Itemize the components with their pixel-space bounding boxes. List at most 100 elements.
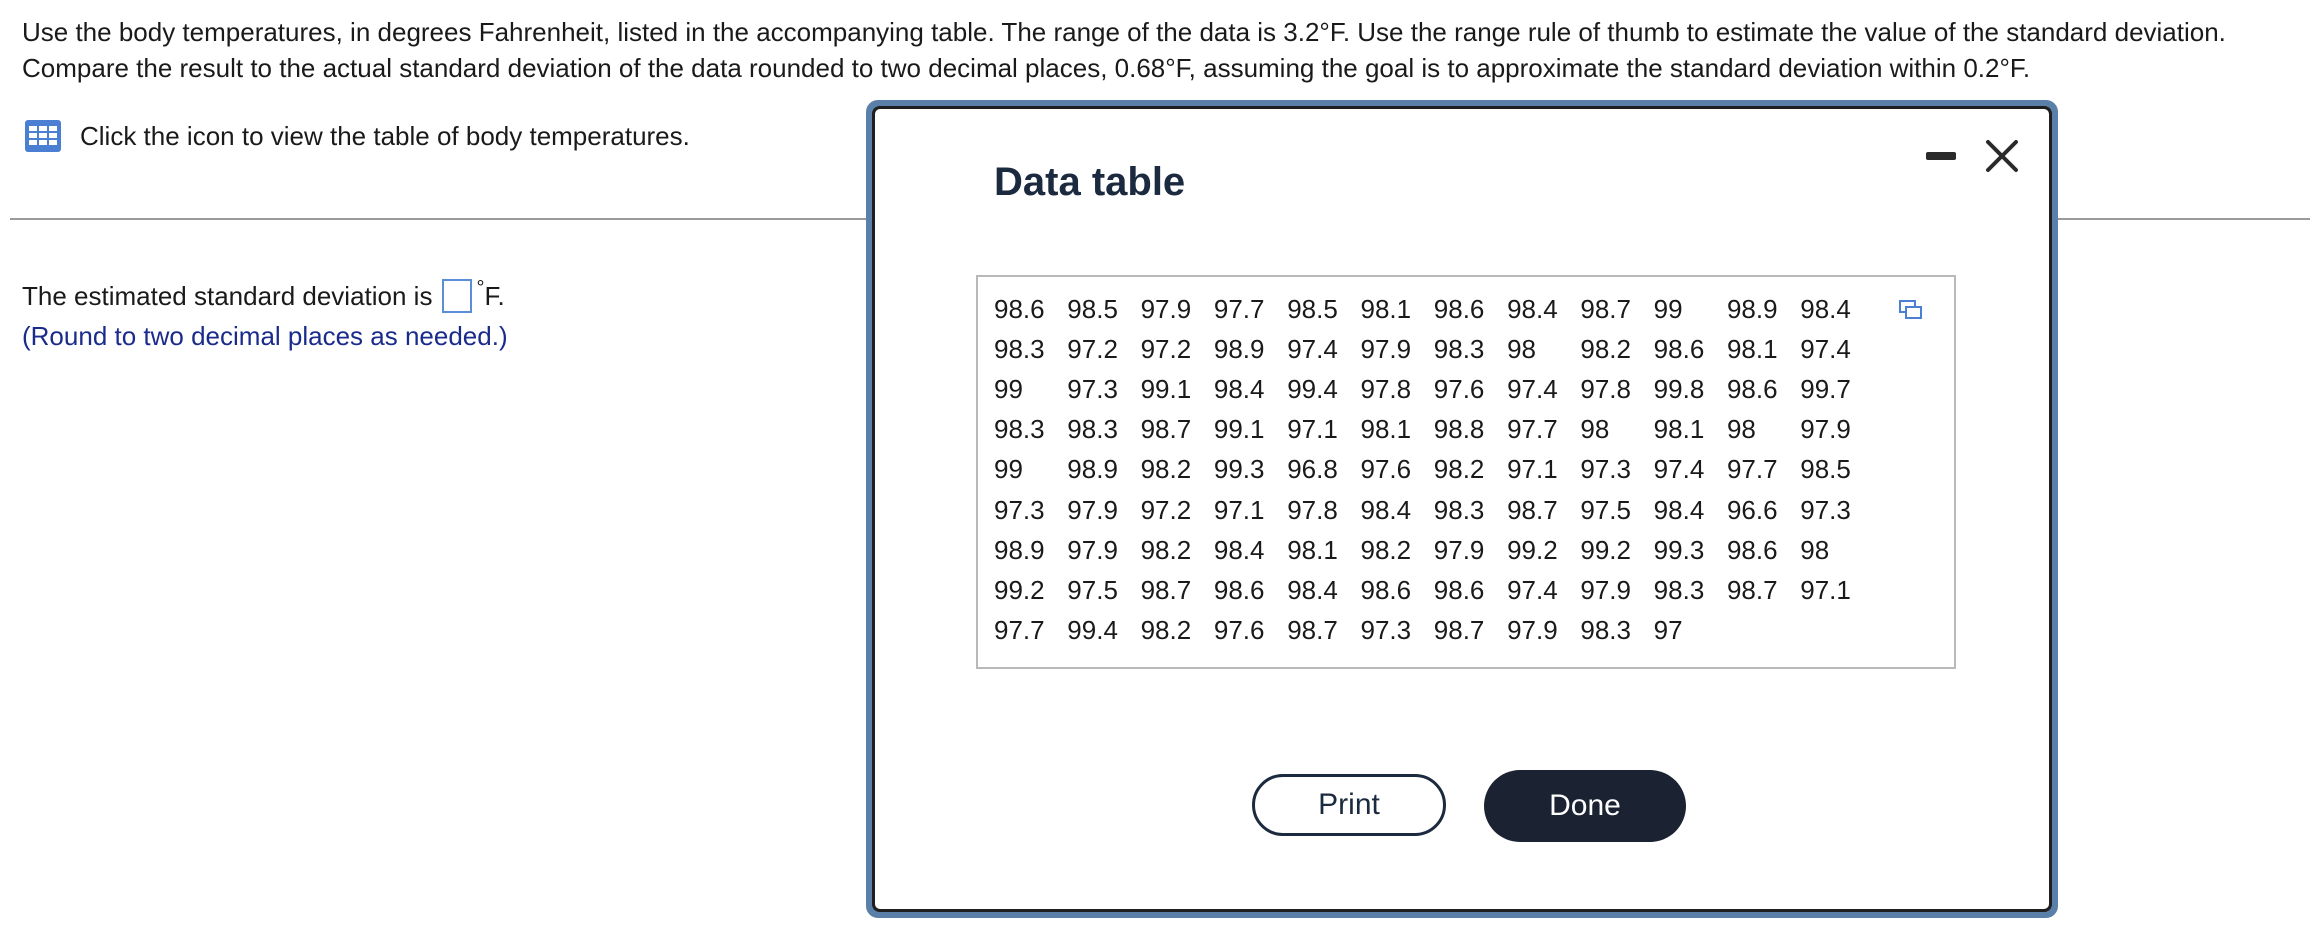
table-row: 97.3 97.9 97.2 97.1 97.8 98.4 98.3 98.7 97.5 98.4… — [994, 490, 1874, 530]
question-line-1: Use the body temperatures, in degrees Fa… — [22, 17, 2226, 47]
view-table-link[interactable]: Click the icon to view the table of body… — [24, 116, 690, 156]
answer-input[interactable] — [442, 279, 473, 313]
table-cell: 97.3 — [1800, 494, 1851, 525]
table-cell: 97.4 — [1653, 454, 1705, 485]
table-cell: 99.1 — [1140, 373, 1192, 404]
table-cell: 97.2 — [1140, 333, 1192, 364]
table-cell: 97.2 — [1140, 494, 1192, 525]
table-cell: 99.4 — [1067, 615, 1118, 646]
table-cell: 98.7 — [1287, 615, 1338, 646]
table-cell: 98.3 — [1580, 615, 1631, 646]
table-cell: 97.7 — [1726, 454, 1778, 485]
table-cell: 97.8 — [1580, 373, 1631, 404]
table-cell: 98.2 — [1360, 534, 1412, 565]
table-cell: 97.4 — [1507, 574, 1558, 605]
table-cell: 99.4 — [1287, 373, 1338, 404]
table-cell: 98.3 — [1653, 574, 1705, 605]
table-cell: 98.9 — [1067, 454, 1118, 485]
table-cell: 97.5 — [1580, 494, 1631, 525]
table-cell: 98.4 — [1507, 293, 1558, 324]
table-cell: 98.3 — [994, 414, 1045, 445]
table-row: 98.3 98.3 98.7 99.1 97.1 98.1 98.8 97.7 98 98.1 98… — [994, 410, 1874, 450]
minimize-icon[interactable] — [1926, 152, 1956, 160]
table-cell: 98.7 — [1726, 574, 1778, 605]
table-cell: 98 — [1800, 534, 1830, 565]
table-cell: 97.6 — [1360, 454, 1412, 485]
table-cell: 98.6 — [1433, 293, 1485, 324]
table-cell: 98.5 — [1800, 454, 1851, 485]
table-cell: 98.4 — [1213, 534, 1265, 565]
table-cell: 98 — [1507, 333, 1536, 364]
table-cell: 98.2 — [1433, 454, 1485, 485]
table-cell: 99 — [1653, 293, 1683, 324]
table-cell: 97.8 — [1287, 494, 1338, 525]
table-cell: 98.5 — [1067, 293, 1118, 324]
table-cell: 97.1 — [1287, 414, 1338, 445]
table-cell: 99.2 — [994, 574, 1045, 605]
page: Use the body temperatures, in degrees Fa… — [0, 0, 2314, 936]
table-cell: 98.7 — [1140, 414, 1192, 445]
table-cell: 98.7 — [1433, 615, 1485, 646]
table-cell: 97.9 — [1067, 494, 1118, 525]
table-cell: 97.9 — [1360, 333, 1412, 364]
table-cell: 99.1 — [1213, 414, 1265, 445]
table-cell: 98.9 — [1213, 333, 1265, 364]
table-cell: 98.5 — [1287, 293, 1338, 324]
table-cell: 98.2 — [1580, 333, 1631, 364]
table-row: 98.6 98.5 97.9 97.7 98.5 98.1 98.6 98.4 98.7 99 98… — [994, 289, 1874, 329]
table-cell: 98.2 — [1140, 534, 1192, 565]
table-cell: 98.9 — [994, 534, 1045, 565]
table-cell: 98.6 — [994, 293, 1045, 324]
table-cell: 97.3 — [1580, 454, 1631, 485]
table-cell: 98.4 — [1360, 494, 1412, 525]
table-cell: 99 — [994, 373, 1023, 404]
degree-unit: ° F. — [476, 276, 504, 316]
table-cell: 97.9 — [1580, 574, 1631, 605]
table-cell: 98 — [1726, 414, 1756, 445]
table-cell: 97.3 — [994, 494, 1045, 525]
table-cell: 98.6 — [1726, 534, 1778, 565]
table-cell: 98.4 — [1287, 574, 1338, 605]
table-row: 98.3 97.2 97.2 98.9 97.4 97.9 98.3 98 98.2 98.6 98… — [994, 329, 1874, 369]
table-cell: 96.8 — [1287, 454, 1338, 485]
table-row: 97.7 99.4 98.2 97.6 98.7 97.3 98.7 97.9 98.3 97 — [994, 611, 1874, 651]
table-cell: 99.3 — [1213, 454, 1265, 485]
table-cell: 99.2 — [1580, 534, 1631, 565]
table-cell: 98.6 — [1726, 373, 1778, 404]
table-cell: 98.6 — [1360, 574, 1412, 605]
table-cell: 97.9 — [1433, 534, 1485, 565]
table-cell: 98.7 — [1140, 574, 1192, 605]
view-table-label: Click the icon to view the table of body… — [80, 120, 690, 151]
table-cell: 97.8 — [1360, 373, 1412, 404]
table-cell: 98.7 — [1580, 293, 1631, 324]
answer-prefix: The estimated standard deviation is — [22, 281, 433, 311]
table-cell: 99.7 — [1800, 373, 1851, 404]
table-cell: 97 — [1653, 615, 1683, 646]
done-button[interactable]: Done — [1484, 770, 1686, 842]
table-cell: 97.4 — [1800, 333, 1851, 364]
close-icon[interactable] — [1984, 138, 2020, 174]
table-cell: 97.3 — [1067, 373, 1118, 404]
table-cell: 99.2 — [1507, 534, 1558, 565]
table-cell: 97.3 — [1360, 615, 1412, 646]
table-row: 99 98.9 98.2 99.3 96.8 97.6 98.2 97.1 97.3 97.4 97… — [994, 450, 1874, 490]
data-table-modal: Data table 98.6 98.5 97.9 97.7 98.5 98.1 98.6 9… — [866, 100, 2058, 918]
table-cell: 98.4 — [1213, 373, 1265, 404]
table-cell: 97.7 — [994, 615, 1045, 646]
table-cell: 98.3 — [1067, 414, 1118, 445]
table-cell: 96.6 — [1726, 494, 1778, 525]
table-cell: 98.4 — [1800, 293, 1851, 324]
table-cell: 99.3 — [1653, 534, 1705, 565]
print-button[interactable]: Print — [1252, 774, 1446, 836]
table-cell: 98.6 — [1653, 333, 1705, 364]
table-cell: 98.1 — [1287, 534, 1338, 565]
table-cell: 98.6 — [1433, 574, 1485, 605]
table-cell: 98.8 — [1433, 414, 1485, 445]
window-controls — [1926, 138, 2020, 174]
temperature-table: 98.6 98.5 97.9 97.7 98.5 98.1 98.6 98.4 98.7 99 98… — [994, 289, 1874, 651]
question-text: Use the body temperatures, in degrees Fa… — [22, 14, 2292, 86]
table-row: 99.2 97.5 98.7 98.6 98.4 98.6 98.6 97.4 97.9 98.3… — [994, 570, 1874, 610]
modal-title: Data table — [994, 160, 1186, 204]
table-grid-icon[interactable] — [24, 119, 62, 153]
copy-icon[interactable] — [1898, 299, 1924, 321]
